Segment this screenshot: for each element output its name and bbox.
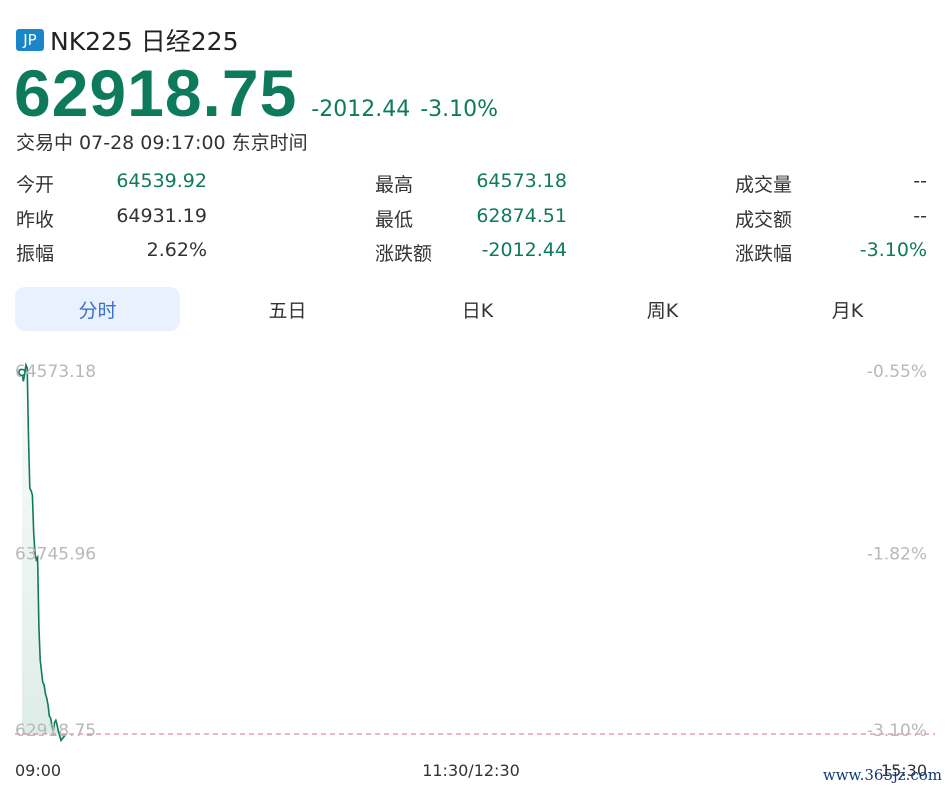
x-tick-label: 11:30/12:30 (422, 761, 520, 780)
tab-weekly-k[interactable]: 周K (580, 287, 745, 331)
tab-intraday[interactable]: 分时 (15, 287, 180, 331)
volume-value: -- (913, 170, 927, 192)
watermark-text: www.365jz.com (822, 766, 942, 784)
prev-close-value: 64931.19 (116, 205, 207, 227)
chart-tabs: 分时 五日 日K 周K 月K (15, 287, 935, 331)
header: JP NK225 日经225 (16, 22, 238, 58)
tab-daily-k[interactable]: 日K (395, 287, 560, 331)
low-label: 最低 (375, 209, 414, 231)
amplitude-label: 振幅 (16, 243, 55, 265)
low-value: 62874.51 (476, 205, 567, 227)
y-left-tick-label: 64573.18 (15, 362, 96, 382)
intraday-chart: 64573.18 63745.96 62918.75 -0.55% -1.82% -3.1… (15, 362, 935, 780)
turnover-label: 成交额 (735, 209, 793, 231)
market-badge: JP (16, 29, 44, 51)
open-value: 64539.92 (116, 170, 207, 192)
open-label: 今开 (16, 174, 55, 196)
tab-five-day[interactable]: 五日 (205, 287, 370, 331)
start-point-marker (18, 368, 26, 377)
current-price: 62918.75 (14, 56, 298, 130)
index-title: NK225 日经225 (50, 27, 239, 56)
price-change-percent: -3.10% (420, 97, 499, 122)
volume-label: 成交量 (735, 174, 793, 196)
change-amount-label: 涨跌额 (375, 243, 433, 265)
y-right-tick-label: -1.82% (867, 545, 927, 565)
y-right-tick-label: -0.55% (867, 362, 927, 382)
prev-close-label: 昨收 (16, 209, 55, 231)
y-left-tick-label: 62918.75 (15, 721, 96, 741)
high-value: 64573.18 (476, 170, 567, 192)
y-right-tick-label: -3.10% (867, 721, 927, 741)
y-left-tick-label: 63745.96 (15, 545, 96, 565)
tab-monthly-k[interactable]: 月K (765, 287, 930, 331)
x-tick-label: 09:00 (15, 761, 61, 780)
high-label: 最高 (375, 174, 414, 196)
turnover-value: -- (913, 205, 927, 227)
change-percent-value: -3.10% (859, 239, 927, 261)
change-amount-value: -2012.44 (481, 239, 567, 261)
trading-status: 交易中 07-28 09:17:00 东京时间 (16, 132, 308, 154)
amplitude-value: 2.62% (146, 239, 207, 261)
change-percent-label: 涨跌幅 (735, 243, 793, 265)
price-change: -2012.44 (311, 97, 411, 122)
price-row: 62918.75 -2012.44 -3.10% (14, 58, 498, 128)
